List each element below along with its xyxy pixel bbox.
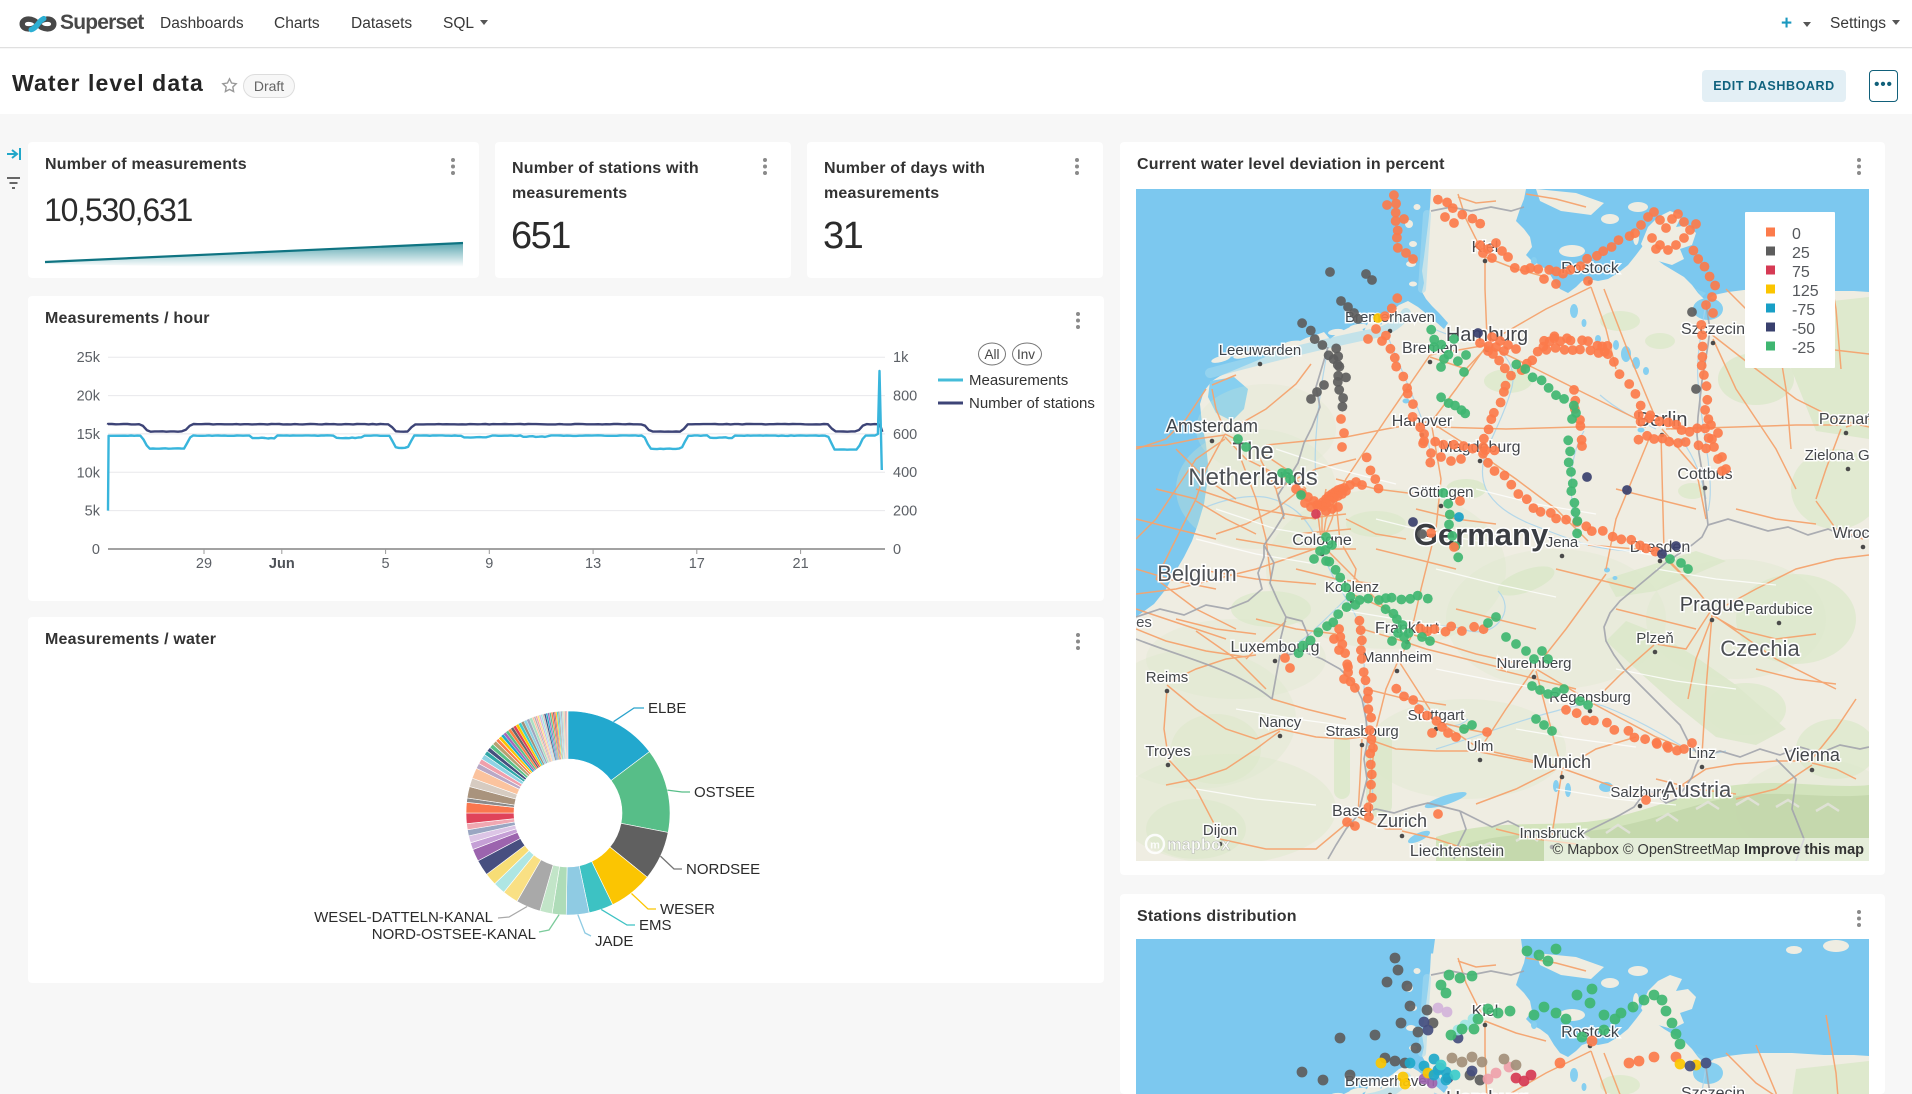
- svg-text:25k: 25k: [77, 350, 101, 366]
- svg-text:Inv: Inv: [1017, 347, 1035, 362]
- svg-text:25: 25: [1792, 245, 1810, 262]
- svg-text:20k: 20k: [77, 389, 101, 405]
- svg-text:15k: 15k: [77, 427, 101, 443]
- svg-text:21: 21: [793, 556, 809, 572]
- svg-text:0: 0: [92, 542, 100, 558]
- svg-text:WESEL-DATTELN-KANAL: WESEL-DATTELN-KANAL: [314, 909, 493, 926]
- svg-text:JADE: JADE: [595, 933, 633, 950]
- svg-text:200: 200: [893, 504, 917, 520]
- svg-text:© Mapbox © OpenStreetMap Impro: © Mapbox © OpenStreetMap Improve this ma…: [1553, 842, 1865, 858]
- svg-text:10k: 10k: [77, 465, 101, 481]
- svg-text:m: m: [1150, 840, 1160, 852]
- svg-text:NORD-OSTSEE-KANAL: NORD-OSTSEE-KANAL: [372, 926, 536, 943]
- svg-text:-75: -75: [1792, 302, 1815, 319]
- svg-text:EMS: EMS: [639, 917, 672, 934]
- svg-text:13: 13: [585, 556, 601, 572]
- svg-text:0: 0: [1792, 226, 1801, 243]
- svg-text:17: 17: [689, 556, 705, 572]
- svg-text:5k: 5k: [85, 504, 101, 520]
- svg-text:125: 125: [1792, 283, 1819, 300]
- svg-text:-50: -50: [1792, 321, 1815, 338]
- svg-text:9: 9: [485, 556, 493, 572]
- svg-text:Measurements: Measurements: [969, 372, 1068, 389]
- svg-text:WESER: WESER: [660, 901, 715, 918]
- svg-text:ELBE: ELBE: [648, 700, 686, 717]
- svg-text:29: 29: [196, 556, 212, 572]
- svg-text:75: 75: [1792, 264, 1810, 281]
- svg-text:0: 0: [893, 542, 901, 558]
- svg-text:400: 400: [893, 465, 917, 481]
- svg-text:NORDSEE: NORDSEE: [686, 861, 760, 878]
- svg-text:OSTSEE: OSTSEE: [694, 784, 755, 801]
- svg-text:5: 5: [382, 556, 390, 572]
- svg-text:Jun: Jun: [269, 556, 295, 572]
- svg-text:mapbox: mapbox: [1167, 836, 1231, 854]
- svg-text:All: All: [984, 347, 999, 362]
- svg-text:Number of stations: Number of stations: [969, 395, 1095, 412]
- svg-text:-25: -25: [1792, 340, 1815, 357]
- svg-text:600: 600: [893, 427, 917, 443]
- svg-text:800: 800: [893, 388, 917, 404]
- svg-text:1k: 1k: [893, 350, 909, 366]
